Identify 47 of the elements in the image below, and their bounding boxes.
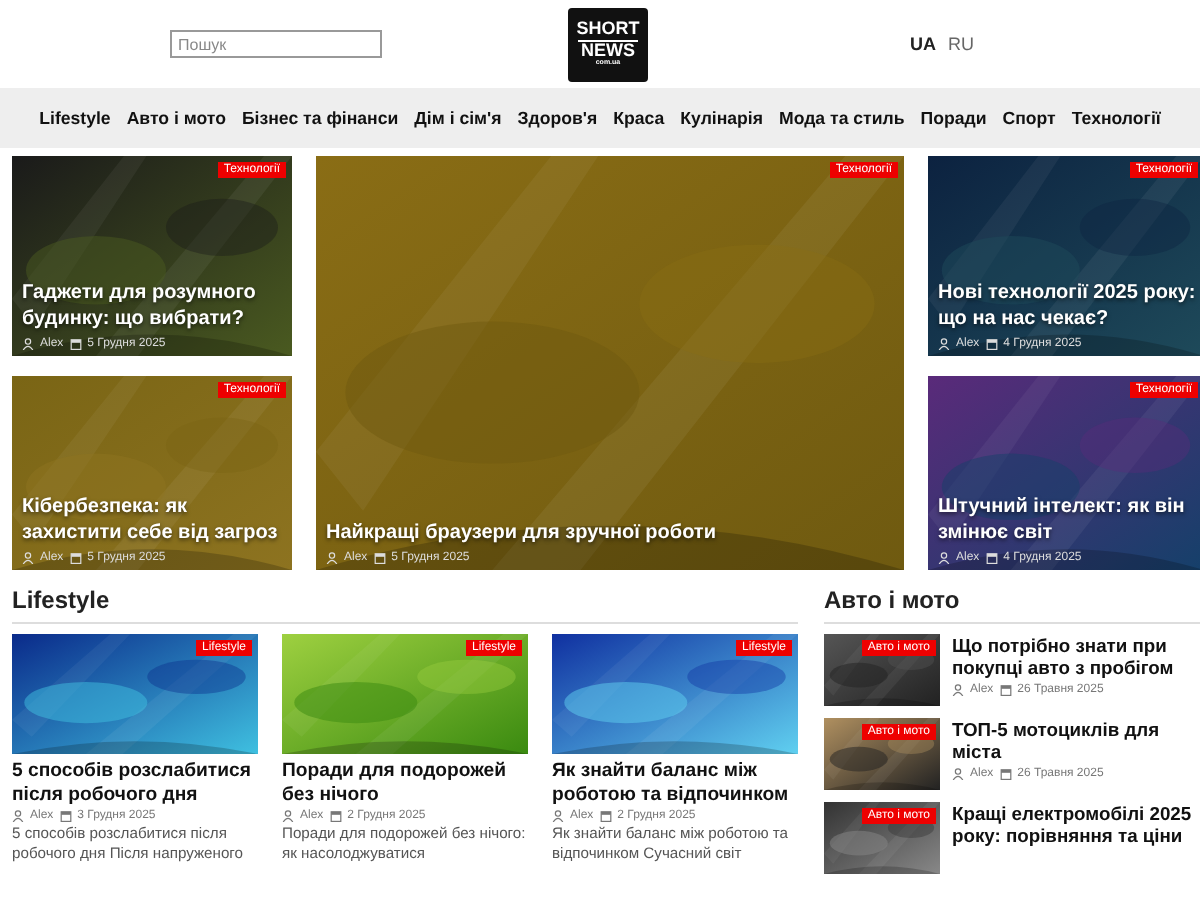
nav-link[interactable]: Авто і мото (126, 108, 226, 128)
calendar-icon (999, 683, 1012, 696)
article-title[interactable]: Найкращі браузери для зручної роботи (326, 521, 896, 546)
article-title[interactable]: Нові технології 2025 року: що на нас чекає? (938, 282, 1196, 332)
user-icon (326, 552, 338, 564)
article-title[interactable]: Поради для подорожей без нічого (282, 760, 528, 806)
article-title[interactable]: Гаджети для розумного будинку: що вибрати? (22, 282, 284, 332)
user-icon (552, 810, 564, 822)
user-icon (22, 552, 34, 564)
calendar-icon (329, 810, 342, 822)
article-title[interactable]: Кібербезпека: як захистити себе від загроз (22, 496, 284, 546)
user-icon (22, 338, 34, 350)
user-icon (952, 683, 964, 696)
calendar-icon (999, 767, 1012, 780)
nav-link[interactable]: Спорт (1002, 108, 1056, 128)
calendar-icon (599, 810, 612, 822)
user-icon (952, 767, 964, 780)
section-title: Авто і мото (824, 586, 1200, 624)
user-icon (282, 810, 294, 822)
article-title[interactable]: ТОП-5 мотоциклів для міста (952, 718, 1200, 764)
article-title[interactable]: Штучний інтелект: як він змінює світ (938, 496, 1196, 546)
calendar-icon (59, 810, 72, 822)
language-link[interactable]: UA (910, 34, 936, 54)
nav-link[interactable]: Поради (920, 108, 987, 128)
user-icon (12, 810, 24, 822)
nav-link[interactable]: Кулінарія (680, 108, 764, 128)
nav-link[interactable]: Мода та стиль (779, 108, 905, 128)
calendar-icon (69, 338, 82, 350)
article-title[interactable]: Кращі електромобілі 2025 року: порівняння та ціни (952, 802, 1200, 848)
nav-link[interactable]: Технології (1071, 108, 1161, 128)
article-title[interactable]: Як знайти баланс між роботою та відпочинком (552, 760, 798, 806)
calendar-icon (985, 338, 998, 350)
calendar-icon (373, 552, 386, 564)
user-icon (938, 338, 950, 350)
nav-link[interactable]: Здоров'я (517, 108, 598, 128)
section-title: Lifestyle (12, 586, 798, 624)
search-field[interactable]: Пошук (170, 30, 382, 58)
calendar-icon (69, 552, 82, 564)
user-icon (938, 552, 950, 564)
language-link[interactable]: RU (948, 34, 974, 54)
nav-link[interactable]: Дім і сім'я (414, 108, 502, 128)
article-title[interactable]: 5 способів розслабитися після робочого дня (12, 760, 258, 806)
nav-link[interactable]: Краса (613, 108, 665, 128)
article-title[interactable]: Що потрібно знати при покупці авто з пробігом (952, 634, 1200, 680)
nav-link[interactable]: Бізнес та фінанси (241, 108, 399, 128)
calendar-icon (985, 552, 998, 564)
nav-link[interactable]: Lifestyle (39, 108, 111, 128)
